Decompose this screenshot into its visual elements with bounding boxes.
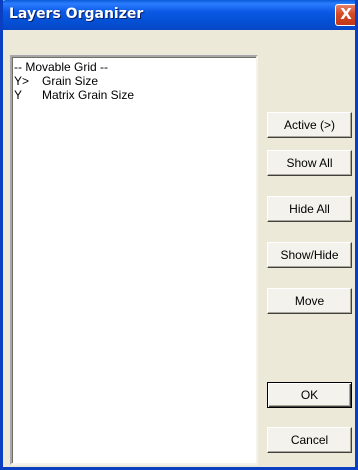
show-all-button[interactable]: Show All bbox=[267, 150, 352, 176]
show-hide-button[interactable]: Show/Hide bbox=[267, 242, 352, 268]
list-item-prefix: Y> bbox=[14, 74, 30, 88]
list-item-label: Matrix Grain Size bbox=[42, 88, 135, 102]
ok-button[interactable]: OK bbox=[267, 382, 352, 408]
hide-all-button[interactable]: Hide All bbox=[267, 196, 352, 222]
window-title: Layers Organizer bbox=[9, 6, 144, 22]
close-icon[interactable]: X bbox=[335, 4, 355, 26]
move-button[interactable]: Move bbox=[267, 288, 352, 314]
title-bar[interactable]: Layers Organizer X bbox=[3, 0, 355, 30]
layers-listbox[interactable]: -- Movable Grid -- Y> Grain Size Y Matri… bbox=[10, 55, 258, 465]
active-button[interactable]: Active (>) bbox=[267, 112, 352, 138]
cancel-button[interactable]: Cancel bbox=[267, 427, 352, 453]
list-item-label: Grain Size bbox=[42, 74, 99, 88]
layers-organizer-dialog: Layers Organizer X -- Movable Grid -- Y>… bbox=[0, 0, 358, 470]
list-item-prefix: Y bbox=[14, 88, 23, 102]
list-item-label: -- Movable Grid -- bbox=[14, 60, 109, 74]
